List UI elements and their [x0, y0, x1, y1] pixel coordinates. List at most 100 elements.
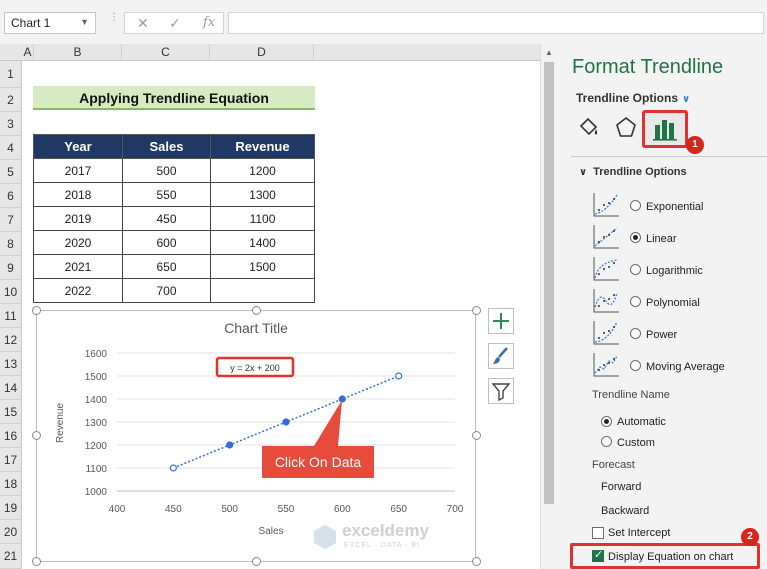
- cell-revenue[interactable]: [210, 278, 315, 303]
- drag-handle-icon[interactable]: ⋮: [109, 13, 119, 23]
- logarithmic-label[interactable]: Logarithmic: [646, 265, 703, 277]
- row-header[interactable]: 19: [0, 496, 22, 520]
- cell-sales[interactable]: 450: [122, 206, 211, 231]
- row-header[interactable]: 17: [0, 448, 22, 472]
- row-header[interactable]: 5: [0, 160, 22, 184]
- display-equation-label[interactable]: Display Equation on chart: [608, 551, 733, 563]
- cell-year[interactable]: 2019: [33, 206, 123, 231]
- chevron-down-icon[interactable]: ▼: [80, 17, 89, 27]
- row-header[interactable]: 18: [0, 472, 22, 496]
- row-header[interactable]: 13: [0, 352, 22, 376]
- custom-label[interactable]: Custom: [617, 437, 655, 449]
- row-header[interactable]: 4: [0, 136, 22, 160]
- paint-bucket-icon[interactable]: [575, 114, 603, 142]
- cell-sales[interactable]: 550: [122, 182, 211, 207]
- row-header[interactable]: 9: [0, 256, 22, 280]
- formula-input[interactable]: [228, 12, 764, 34]
- pentagon-icon[interactable]: [612, 114, 640, 142]
- resize-handle[interactable]: [472, 431, 481, 440]
- row-header[interactable]: 8: [0, 232, 22, 256]
- chart-filters-button[interactable]: [488, 378, 514, 404]
- section-header[interactable]: ∨ Trendline Options: [579, 166, 687, 178]
- enter-icon[interactable]: ✓: [169, 15, 181, 32]
- cell-year[interactable]: 2022: [33, 278, 123, 303]
- automatic-radio[interactable]: [601, 416, 612, 427]
- custom-radio[interactable]: [601, 436, 612, 447]
- cell-revenue[interactable]: 1200: [210, 158, 315, 183]
- cell-revenue[interactable]: 1500: [210, 254, 315, 279]
- moving-average-radio[interactable]: [630, 360, 641, 371]
- vertical-scrollbar[interactable]: ▲: [540, 44, 557, 569]
- column-header-b[interactable]: B: [34, 44, 122, 61]
- display-equation-checkbox[interactable]: [592, 548, 604, 562]
- resize-handle[interactable]: [32, 557, 41, 566]
- resize-handle[interactable]: [472, 557, 481, 566]
- logarithmic-radio[interactable]: [630, 264, 641, 275]
- row-header[interactable]: 1: [0, 61, 22, 88]
- name-box[interactable]: Chart 1 ▼: [4, 12, 96, 34]
- polynomial-radio[interactable]: [630, 296, 641, 307]
- header-sales[interactable]: Sales: [122, 134, 211, 159]
- cancel-icon[interactable]: ✕: [137, 15, 149, 32]
- row-header[interactable]: 6: [0, 184, 22, 208]
- cell-sales[interactable]: 650: [122, 254, 211, 279]
- exponential-label[interactable]: Exponential: [646, 201, 704, 213]
- row-header[interactable]: 16: [0, 424, 22, 448]
- linear-label[interactable]: Linear: [646, 233, 677, 245]
- chart-elements-button[interactable]: [488, 308, 514, 334]
- power-label[interactable]: Power: [646, 329, 677, 341]
- forward-label[interactable]: Forward: [601, 481, 641, 493]
- backward-label[interactable]: Backward: [601, 505, 649, 517]
- exponential-radio[interactable]: [630, 200, 641, 211]
- row-header[interactable]: 12: [0, 328, 22, 352]
- row-header[interactable]: 10: [0, 280, 22, 304]
- row-header[interactable]: 21: [0, 544, 22, 569]
- cell-revenue[interactable]: 1400: [210, 230, 315, 255]
- resize-handle[interactable]: [252, 557, 261, 566]
- polynomial-label[interactable]: Polynomial: [646, 297, 700, 309]
- trendline-options-tab[interactable]: [642, 110, 688, 148]
- column-header-a[interactable]: A: [22, 44, 34, 61]
- column-header-rest: [314, 44, 540, 61]
- cell-revenue[interactable]: 1300: [210, 182, 315, 207]
- resize-handle[interactable]: [32, 431, 41, 440]
- x-tick-label: 450: [165, 504, 182, 515]
- column-header-c[interactable]: C: [122, 44, 210, 61]
- row-header[interactable]: 14: [0, 376, 22, 400]
- cell-year[interactable]: 2021: [33, 254, 123, 279]
- cell-year[interactable]: 2018: [33, 182, 123, 207]
- sheet-title[interactable]: Applying Trendline Equation: [33, 86, 315, 110]
- row-header[interactable]: 2: [0, 88, 22, 112]
- cell-revenue[interactable]: 1100: [210, 206, 315, 231]
- cell-sales[interactable]: 500: [122, 158, 211, 183]
- insert-function-icon[interactable]: fx: [203, 15, 215, 30]
- header-revenue[interactable]: Revenue: [210, 134, 315, 159]
- row-header[interactable]: 3: [0, 112, 22, 136]
- resize-handle[interactable]: [32, 306, 41, 315]
- y-tick-label: 1400: [85, 395, 108, 406]
- column-header-d[interactable]: D: [210, 44, 314, 61]
- row-header[interactable]: 11: [0, 304, 22, 328]
- trendline-options-dropdown[interactable]: Trendline Options ∨: [576, 91, 690, 105]
- power-radio[interactable]: [630, 328, 641, 339]
- resize-handle[interactable]: [472, 306, 481, 315]
- row-header[interactable]: 7: [0, 208, 22, 232]
- row-header[interactable]: 20: [0, 520, 22, 544]
- moving-average-label[interactable]: Moving Average: [646, 361, 725, 373]
- polynomial-trendline-icon: [593, 289, 619, 313]
- set-intercept-checkbox[interactable]: [592, 527, 604, 539]
- cell-sales[interactable]: 600: [122, 230, 211, 255]
- cell-sales[interactable]: 700: [122, 278, 211, 303]
- chart-styles-button[interactable]: [488, 343, 514, 369]
- formula-bar: Chart 1 ▼ ⋮ ✕ ✓ fx: [0, 0, 767, 44]
- resize-handle[interactable]: [252, 306, 261, 315]
- set-intercept-label[interactable]: Set Intercept: [608, 527, 670, 539]
- scroll-up-icon[interactable]: ▲: [545, 48, 553, 57]
- row-header[interactable]: 15: [0, 400, 22, 424]
- cell-year[interactable]: 2020: [33, 230, 123, 255]
- header-year[interactable]: Year: [33, 134, 123, 159]
- cell-year[interactable]: 2017: [33, 158, 123, 183]
- scrollbar-thumb[interactable]: [544, 62, 554, 504]
- linear-radio[interactable]: [630, 232, 641, 243]
- automatic-label[interactable]: Automatic: [617, 416, 666, 428]
